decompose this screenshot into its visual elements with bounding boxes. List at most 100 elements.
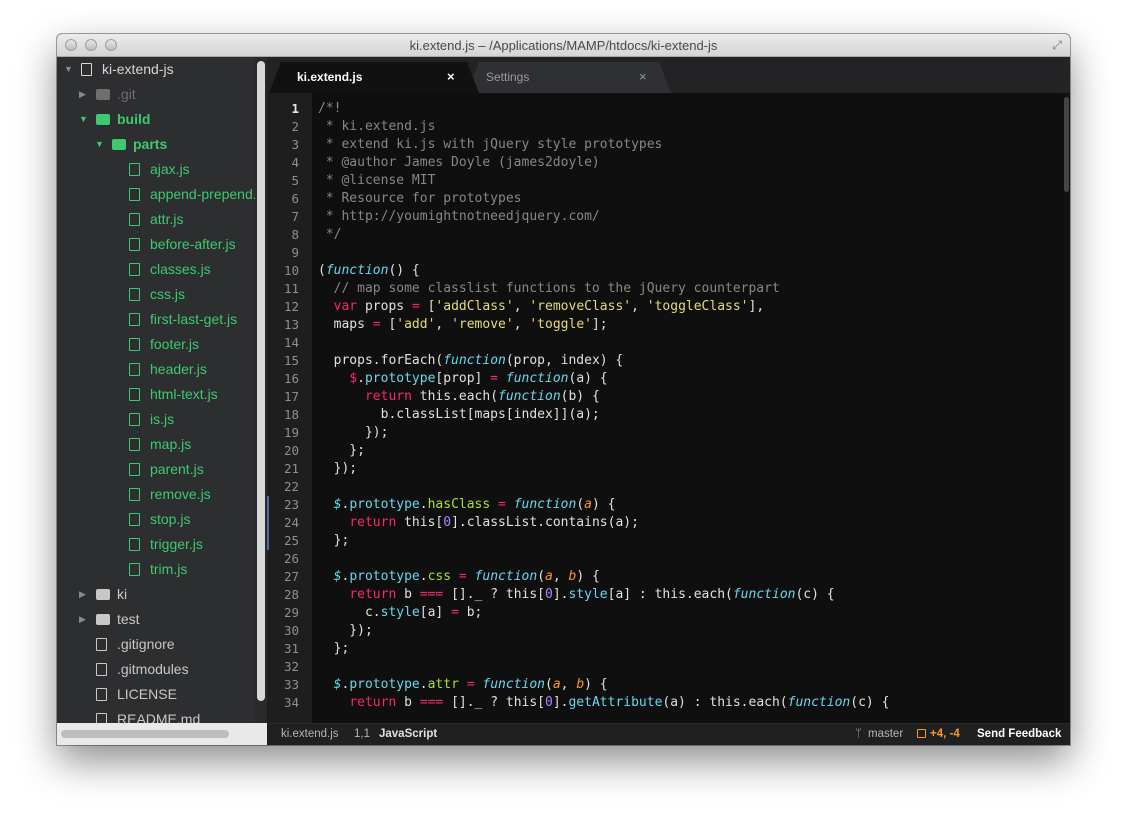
tree-file-html-text-js[interactable]: html-text.js xyxy=(57,382,255,407)
code-line[interactable]: b.classList[maps[index]](a); xyxy=(318,406,600,424)
folder-icon xyxy=(112,139,126,150)
chevron-down-icon[interactable]: ▼ xyxy=(79,107,88,132)
tree-folder-ki[interactable]: ▶ ki xyxy=(57,582,255,607)
code-token: /*! xyxy=(318,101,342,116)
code-line[interactable]: */ xyxy=(318,226,342,244)
code-line[interactable]: * @license MIT xyxy=(318,172,436,190)
code-line[interactable]: var props = ['addClass', 'removeClass', … xyxy=(318,298,765,316)
tree-file-css-js[interactable]: css.js xyxy=(57,282,255,307)
line-number: 24 xyxy=(283,515,299,530)
tree-folder-build[interactable]: ▼ build xyxy=(57,107,255,132)
tree-file-footer-js[interactable]: footer.js xyxy=(57,332,255,357)
code-line[interactable]: return this.each(function(b) { xyxy=(318,388,600,406)
code-line[interactable]: return b === []._ ? this[0].getAttribute… xyxy=(318,694,889,712)
tree-file-before-after-js[interactable]: before-after.js xyxy=(57,232,255,257)
code-token: 0 xyxy=(545,587,553,602)
code-line[interactable]: maps = ['add', 'remove', 'toggle']; xyxy=(318,316,608,334)
tree-file-parent-js[interactable]: parent.js xyxy=(57,457,255,482)
tab-settings[interactable]: Settings × xyxy=(475,62,665,93)
tree-file-readme-md[interactable]: README.md xyxy=(57,707,255,723)
tree-item-label: test xyxy=(117,611,140,627)
tree-file-attr-js[interactable]: attr.js xyxy=(57,207,255,232)
line-number: 7 xyxy=(291,209,299,224)
tree-file-license[interactable]: LICENSE xyxy=(57,682,255,707)
tree-file-trim-js[interactable]: trim.js xyxy=(57,557,255,582)
code-line[interactable]: $.prototype.css = function(a, b) { xyxy=(318,568,600,586)
send-feedback-link[interactable]: Send Feedback xyxy=(977,728,1061,740)
tab-ki-extend-js[interactable]: ki.extend.js × xyxy=(277,62,473,93)
tree-item-label: footer.js xyxy=(150,336,200,352)
tree-folder-git[interactable]: ▶ .git xyxy=(57,82,255,107)
code-token: prototype xyxy=(349,497,420,512)
chevron-right-icon[interactable]: ▶ xyxy=(79,582,86,607)
code-line[interactable]: }); xyxy=(318,460,358,478)
code-token: }; xyxy=(318,533,350,548)
line-number: 15 xyxy=(283,353,299,368)
code-line[interactable]: return this[0].classList.contains(a); xyxy=(318,514,639,532)
tree-file-trigger-js[interactable]: trigger.js xyxy=(57,532,255,557)
scrollbar-thumb[interactable] xyxy=(257,61,265,701)
code-line[interactable]: // map some classlist functions to the j… xyxy=(318,280,780,298)
tree-file-remove-js[interactable]: remove.js xyxy=(57,482,255,507)
close-icon[interactable]: × xyxy=(447,69,455,84)
code-line[interactable]: $.prototype.hasClass = function(a) { xyxy=(318,496,616,514)
code-token: (b) { xyxy=(560,389,600,404)
scrollbar-thumb[interactable] xyxy=(1064,97,1069,192)
code-line[interactable]: $.prototype.attr = function(a, b) { xyxy=(318,676,608,694)
code-line[interactable]: }); xyxy=(318,424,389,442)
code-line[interactable]: /*! xyxy=(318,100,341,118)
code-line[interactable]: * @author James Doyle (james2doyle) xyxy=(318,154,600,172)
tree-file-ajax-js[interactable]: ajax.js xyxy=(57,157,255,182)
tree-folder-ki-extend-js[interactable]: ▼ ki-extend-js xyxy=(57,57,255,82)
code-line[interactable]: * Resource for prototypes xyxy=(318,190,522,208)
tree-file-stop-js[interactable]: stop.js xyxy=(57,507,255,532)
code-editor[interactable]: 1 2 3 4 5 6 7 8 9 10 11 12 13 14 15 16 17 18 19 20 21 22 23 24 2… xyxy=(267,93,1070,723)
status-cursor-position[interactable]: 1,1 xyxy=(354,728,370,740)
code-line[interactable]: $.prototype[prop] = function(a) { xyxy=(318,370,607,388)
status-git-diff[interactable]: +4, -4 xyxy=(930,728,960,740)
code-token: = xyxy=(372,317,381,332)
tree-folder-test[interactable]: ▶ test xyxy=(57,607,255,632)
sidebar-horizontal-scrollbar[interactable] xyxy=(57,723,267,745)
tree-file-append-prepend-js[interactable]: append-prepend.js xyxy=(57,182,255,207)
code-line[interactable]: }; xyxy=(318,640,350,658)
close-icon[interactable]: × xyxy=(639,69,647,84)
tree-file-is-js[interactable]: is.js xyxy=(57,407,255,432)
status-file-name[interactable]: ki.extend.js xyxy=(281,728,339,740)
chevron-down-icon[interactable]: ▼ xyxy=(95,132,104,157)
status-branch[interactable]: master xyxy=(868,728,903,740)
code-line[interactable]: (function() { xyxy=(318,262,420,280)
tree-view: ▼ ki-extend-js ▶ .git ▼ build ▼ parts ajax.js app… xyxy=(57,57,255,723)
line-number: 23 xyxy=(283,497,299,512)
tree-file-gitmodules[interactable]: .gitmodules xyxy=(57,657,255,682)
code-token: , xyxy=(552,569,569,584)
tree-file-first-last-get-js[interactable]: first-last-get.js xyxy=(57,307,255,332)
tree-folder-parts[interactable]: ▼ parts xyxy=(57,132,255,157)
fullscreen-icon[interactable]: ⤢ xyxy=(1052,38,1062,53)
chevron-right-icon[interactable]: ▶ xyxy=(79,607,86,632)
code-line[interactable]: * ki.extend.js xyxy=(318,118,436,136)
chevron-down-icon[interactable]: ▼ xyxy=(64,57,73,82)
code-line[interactable]: }); xyxy=(318,622,373,640)
status-grammar[interactable]: JavaScript xyxy=(379,728,437,740)
code-token: = xyxy=(466,677,475,692)
editor-vertical-scrollbar[interactable] xyxy=(1063,93,1070,723)
tree-item-label: trigger.js xyxy=(150,536,203,552)
code-line[interactable]: }; xyxy=(318,442,365,460)
scrollbar-thumb[interactable] xyxy=(61,730,229,738)
code-line[interactable]: return b === []._ ? this[0].style[a] : t… xyxy=(318,586,834,604)
line-number: 5 xyxy=(291,173,299,188)
tree-file-gitignore[interactable]: .gitignore xyxy=(57,632,255,657)
code-token: this[ xyxy=(396,515,444,530)
tree-file-map-js[interactable]: map.js xyxy=(57,432,255,457)
chevron-right-icon[interactable]: ▶ xyxy=(79,82,86,107)
tree-file-header-js[interactable]: header.js xyxy=(57,357,255,382)
tree-file-classes-js[interactable]: classes.js xyxy=(57,257,255,282)
code-line[interactable]: }; xyxy=(318,532,350,550)
code-line[interactable]: c.style[a] = b; xyxy=(318,604,482,622)
code-line[interactable]: * http://youmightnotneedjquery.com/ xyxy=(318,208,600,226)
code-line[interactable]: props.forEach(function(prop, index) { xyxy=(318,352,624,370)
tree-item-label: first-last-get.js xyxy=(150,311,238,327)
code-line[interactable]: * extend ki.js with jQuery style prototy… xyxy=(318,136,663,154)
sidebar-vertical-scrollbar[interactable] xyxy=(255,57,267,723)
